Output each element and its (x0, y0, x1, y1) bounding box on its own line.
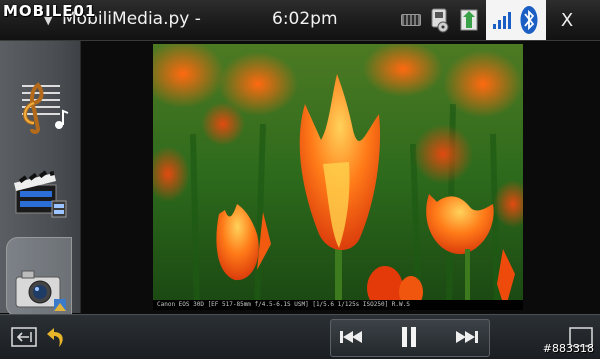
next-icon[interactable] (452, 319, 482, 355)
close-button[interactable]: X (552, 6, 582, 34)
tulip-photo (153, 44, 523, 310)
site-logo: MOBILE01 (3, 2, 97, 20)
sidebar-item-images[interactable] (6, 237, 72, 317)
clapperboard-icon (14, 170, 67, 218)
photo-exif-caption: Canon EOS 30D [EF 517-85mm f/4.5-6.1S US… (153, 300, 523, 310)
bluetooth-icon (520, 6, 538, 34)
sidebar-item-music[interactable] (6, 69, 72, 139)
exit-fullscreen-icon[interactable] (8, 319, 40, 355)
signal-icon (493, 12, 511, 29)
back-arrow-icon[interactable] (44, 319, 68, 355)
camera-icon (15, 270, 66, 311)
watermark: #883318 (542, 342, 594, 355)
music-note-icon (22, 82, 69, 134)
sidebar (0, 41, 81, 317)
bottom-toolbar (0, 314, 600, 359)
transfer-status-icon[interactable] (456, 2, 484, 38)
clock: 6:02pm (272, 9, 338, 29)
sidebar-item-video[interactable] (6, 157, 72, 227)
pause-icon[interactable] (394, 319, 424, 355)
keyboard-icon[interactable] (396, 4, 426, 36)
previous-icon[interactable] (336, 319, 366, 355)
photo-viewer[interactable]: Canon EOS 30D [EF 517-85mm f/4.5-6.1S US… (153, 44, 523, 310)
media-status-icon[interactable] (427, 2, 453, 38)
